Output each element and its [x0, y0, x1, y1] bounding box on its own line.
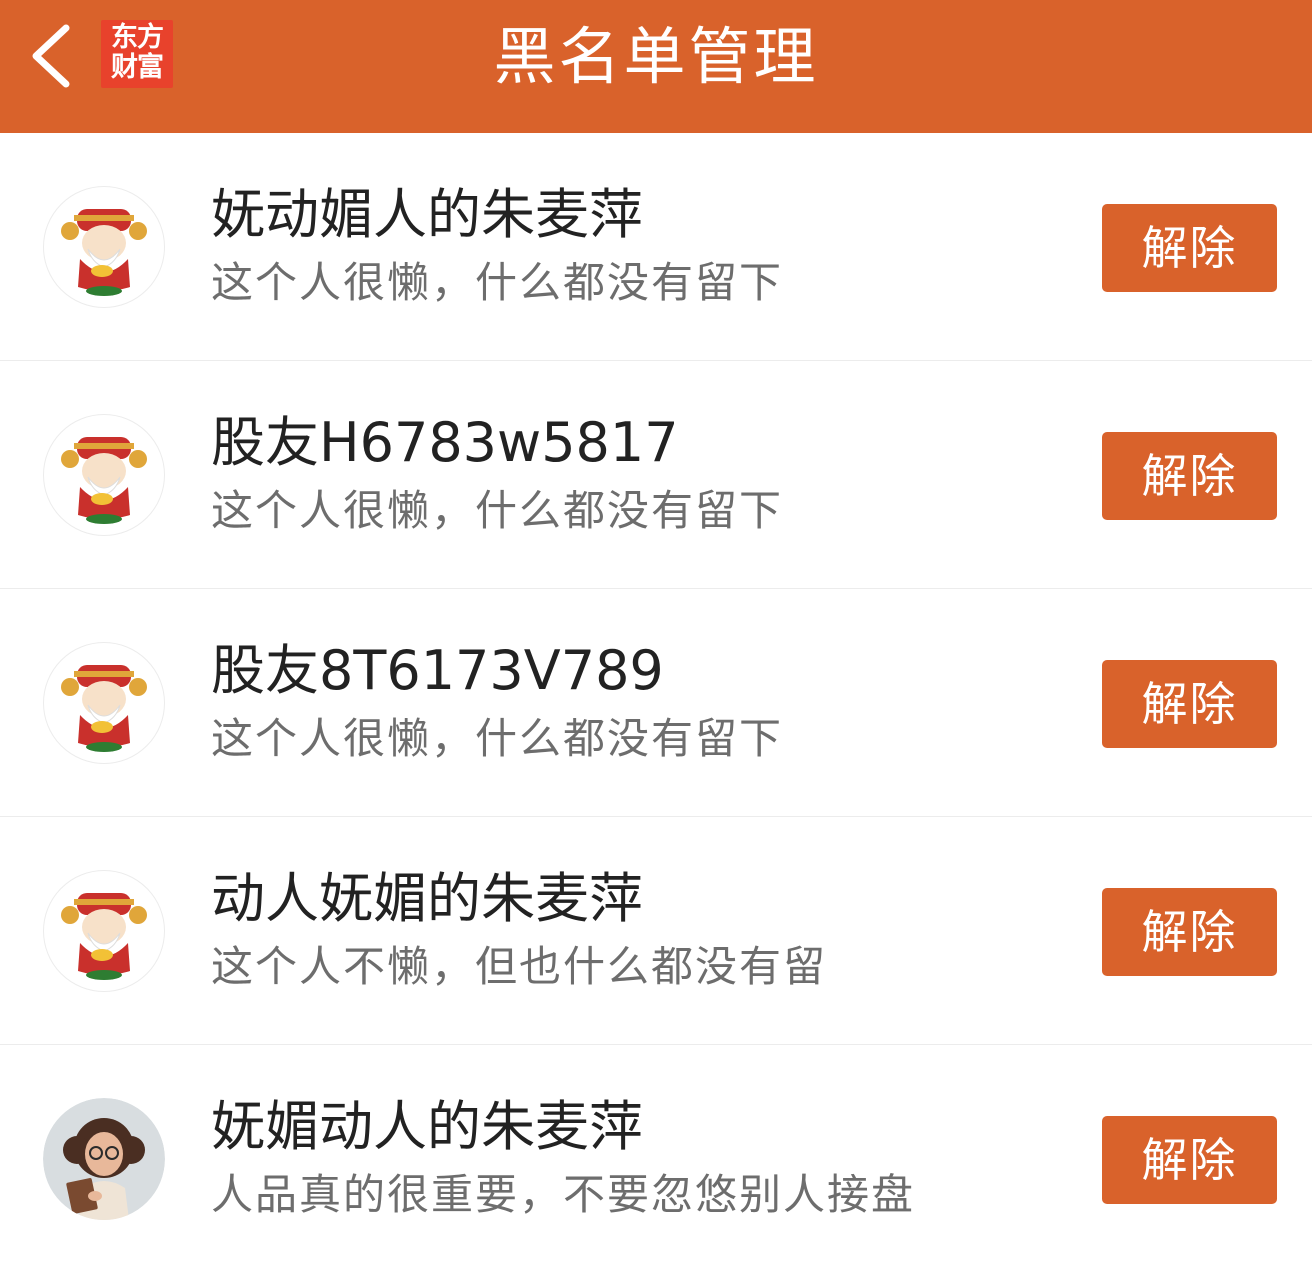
- avatar[interactable]: [43, 186, 165, 308]
- user-bio: 人品真的很重要，不要忽悠别人接盘: [211, 1170, 916, 1219]
- caishen-avatar-icon: [61, 665, 147, 752]
- user-name: 动人妩媚的朱麦萍: [211, 867, 643, 930]
- user-bio: 这个人很懒，什么都没有留下: [211, 486, 784, 535]
- avatar[interactable]: [43, 414, 165, 536]
- user-name: 妩媚动人的朱麦萍: [211, 1095, 643, 1158]
- avatar[interactable]: [43, 870, 165, 992]
- caishen-avatar-icon: [61, 209, 147, 296]
- user-bio: 这个人不懒，但也什么都没有留: [211, 942, 828, 991]
- unblock-button[interactable]: 解除: [1102, 888, 1277, 976]
- list-item: 妩媚动人的朱麦萍 人品真的很重要，不要忽悠别人接盘 解除: [0, 1045, 1312, 1273]
- user-bio: 这个人很懒，什么都没有留下: [211, 258, 784, 307]
- avatar[interactable]: [43, 1098, 165, 1220]
- girl-reading-avatar-icon: [43, 1098, 165, 1220]
- caishen-avatar-icon: [61, 893, 147, 980]
- unblock-button[interactable]: 解除: [1102, 432, 1277, 520]
- list-item: 动人妩媚的朱麦萍 这个人不懒，但也什么都没有留 解除: [0, 817, 1312, 1045]
- caishen-avatar-icon: [61, 437, 147, 524]
- list-item: 妩动媚人的朱麦萍 这个人很懒，什么都没有留下 解除: [0, 133, 1312, 361]
- user-name: 妩动媚人的朱麦萍: [211, 183, 643, 246]
- top-navigation-bar: 东方 财富 黑名单管理: [0, 0, 1312, 133]
- list-item: 股友8T6173V789 这个人很懒，什么都没有留下 解除: [0, 589, 1312, 817]
- list-item: 股友H6783w5817 这个人很懒，什么都没有留下 解除: [0, 361, 1312, 589]
- page-title: 黑名单管理: [493, 20, 819, 93]
- user-name: 股友8T6173V789: [211, 639, 664, 702]
- unblock-button[interactable]: 解除: [1102, 660, 1277, 748]
- unblock-button[interactable]: 解除: [1102, 1116, 1277, 1204]
- user-name: 股友H6783w5817: [211, 411, 679, 474]
- blacklist-list: 妩动媚人的朱麦萍 这个人很懒，什么都没有留下 解除 股友H6783w5817 这…: [0, 133, 1312, 1273]
- avatar[interactable]: [43, 642, 165, 764]
- unblock-button[interactable]: 解除: [1102, 204, 1277, 292]
- user-bio: 这个人很懒，什么都没有留下: [211, 714, 784, 763]
